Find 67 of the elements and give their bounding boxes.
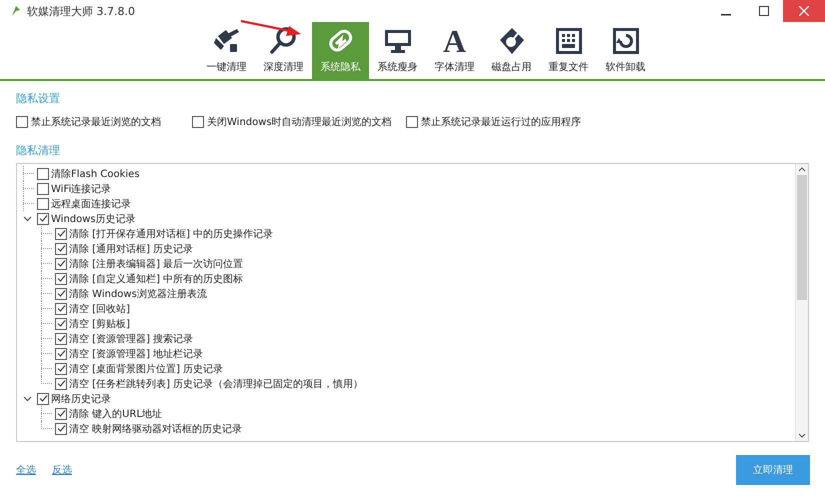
toolbar-tab[interactable]: A 字体清理 (426, 22, 483, 79)
section-heading: 隐私清理 (16, 143, 61, 158)
window-title: 软媒清理大师 3.7.8.0 (27, 4, 135, 18)
checkbox[interactable] (37, 182, 49, 194)
tree-item-label[interactable]: 清除 [打开保存通用对话框] 中的历史操作记录 (69, 226, 274, 240)
checkbox[interactable] (55, 362, 67, 374)
checkbox[interactable] (37, 212, 49, 224)
tree-item-label[interactable]: Windows历史记录 (51, 212, 136, 226)
tree-item-label[interactable]: 清空 [资源管理器] 地址栏记录 (69, 346, 204, 360)
letter-icon: A (442, 26, 466, 56)
checkbox[interactable] (55, 422, 67, 434)
app-logo-icon (10, 5, 22, 17)
tree-item-label[interactable]: 清空 [资源管理器] 搜索记录 (69, 332, 194, 346)
option-label: 禁止系统记录最近浏览的文档 (31, 116, 161, 129)
checkbox[interactable] (55, 348, 67, 360)
checkbox[interactable] (37, 168, 49, 180)
tree-item-label[interactable]: WiFi连接记录 (51, 182, 112, 196)
checkbox[interactable] (55, 272, 67, 284)
checkbox[interactable] (37, 392, 49, 404)
toolbar-tab[interactable]: 系统瘦身 (369, 22, 426, 79)
toolbar-tab[interactable]: 深度清理 (255, 22, 312, 79)
close-button[interactable] (783, 0, 825, 22)
checkbox[interactable] (192, 116, 204, 128)
tree-item-label[interactable]: 清除 Windows浏览器注册表流 (69, 286, 207, 300)
tree-item-label[interactable]: 清除Flash Cookies (51, 166, 140, 180)
annotation-arrow (240, 19, 302, 37)
option-label: 禁止系统记录最近运行过的应用程序 (421, 116, 581, 129)
checkbox[interactable] (16, 116, 28, 128)
tree-item-label[interactable]: 清空 [桌面背景图片位置] 历史记录 (69, 362, 224, 376)
maximize-icon (759, 6, 769, 16)
toolbar-tab[interactable]: 磁盘占用 (483, 22, 540, 79)
chevron-down-icon[interactable] (23, 396, 32, 402)
section-heading: 隐私设置 (16, 91, 61, 106)
tree-item-label[interactable]: 清空 [回收站] (69, 302, 130, 316)
checkbox[interactable] (55, 302, 67, 314)
select-link[interactable]: 反选 (52, 463, 72, 477)
checkbox[interactable] (55, 332, 67, 344)
select-link[interactable]: 全选 (16, 463, 36, 477)
toolbar-tab[interactable]: 软件卸载 (597, 22, 654, 79)
grid-icon (554, 26, 584, 56)
toolbar-tab[interactable]: 重复文件 (540, 22, 597, 79)
checkbox[interactable] (55, 242, 67, 254)
checkbox[interactable] (37, 198, 49, 210)
tree-item-label[interactable]: 清空 映射网络驱动器对话框的历史记录 (69, 422, 242, 436)
scrollbar[interactable] (795, 164, 808, 441)
tree-item-label[interactable]: 清除 [注册表编辑器] 最后一次访问位置 (69, 256, 244, 270)
close-icon (799, 6, 809, 16)
checkbox[interactable] (55, 318, 67, 330)
minimize-icon (721, 14, 731, 16)
tree-item-label[interactable]: 清空 [任务栏跳转列表] 历史记录（会清理掉已固定的项目，慎用） (69, 376, 364, 390)
search-icon (268, 26, 298, 56)
tree-item-label[interactable]: 远程桌面连接记录 (51, 196, 131, 210)
checkbox[interactable] (55, 408, 67, 420)
recycle-icon (610, 26, 640, 56)
checkbox[interactable] (55, 378, 67, 390)
tree-item-label[interactable]: 清除 [自定义通知栏] 中所有的历史图标 (69, 272, 244, 286)
toolbar-tab[interactable]: 一键清理 (198, 22, 255, 79)
tree-item-label[interactable]: 清除 键入的URL地址 (69, 406, 162, 420)
tree-item-label[interactable]: 网络历史记录 (51, 392, 111, 406)
option-label: 关闭Windows时自动清理最近浏览的文档 (207, 116, 392, 129)
checkbox[interactable] (55, 288, 67, 300)
chevron-down-icon[interactable] (23, 216, 32, 222)
checkbox[interactable] (55, 228, 67, 240)
tree-item-label[interactable]: 清空 [剪贴板] (69, 316, 130, 330)
checkbox[interactable] (55, 258, 67, 270)
tree-item-label[interactable]: 清除 [通用对话框] 历史记录 (69, 242, 194, 256)
checkbox[interactable] (406, 116, 418, 128)
